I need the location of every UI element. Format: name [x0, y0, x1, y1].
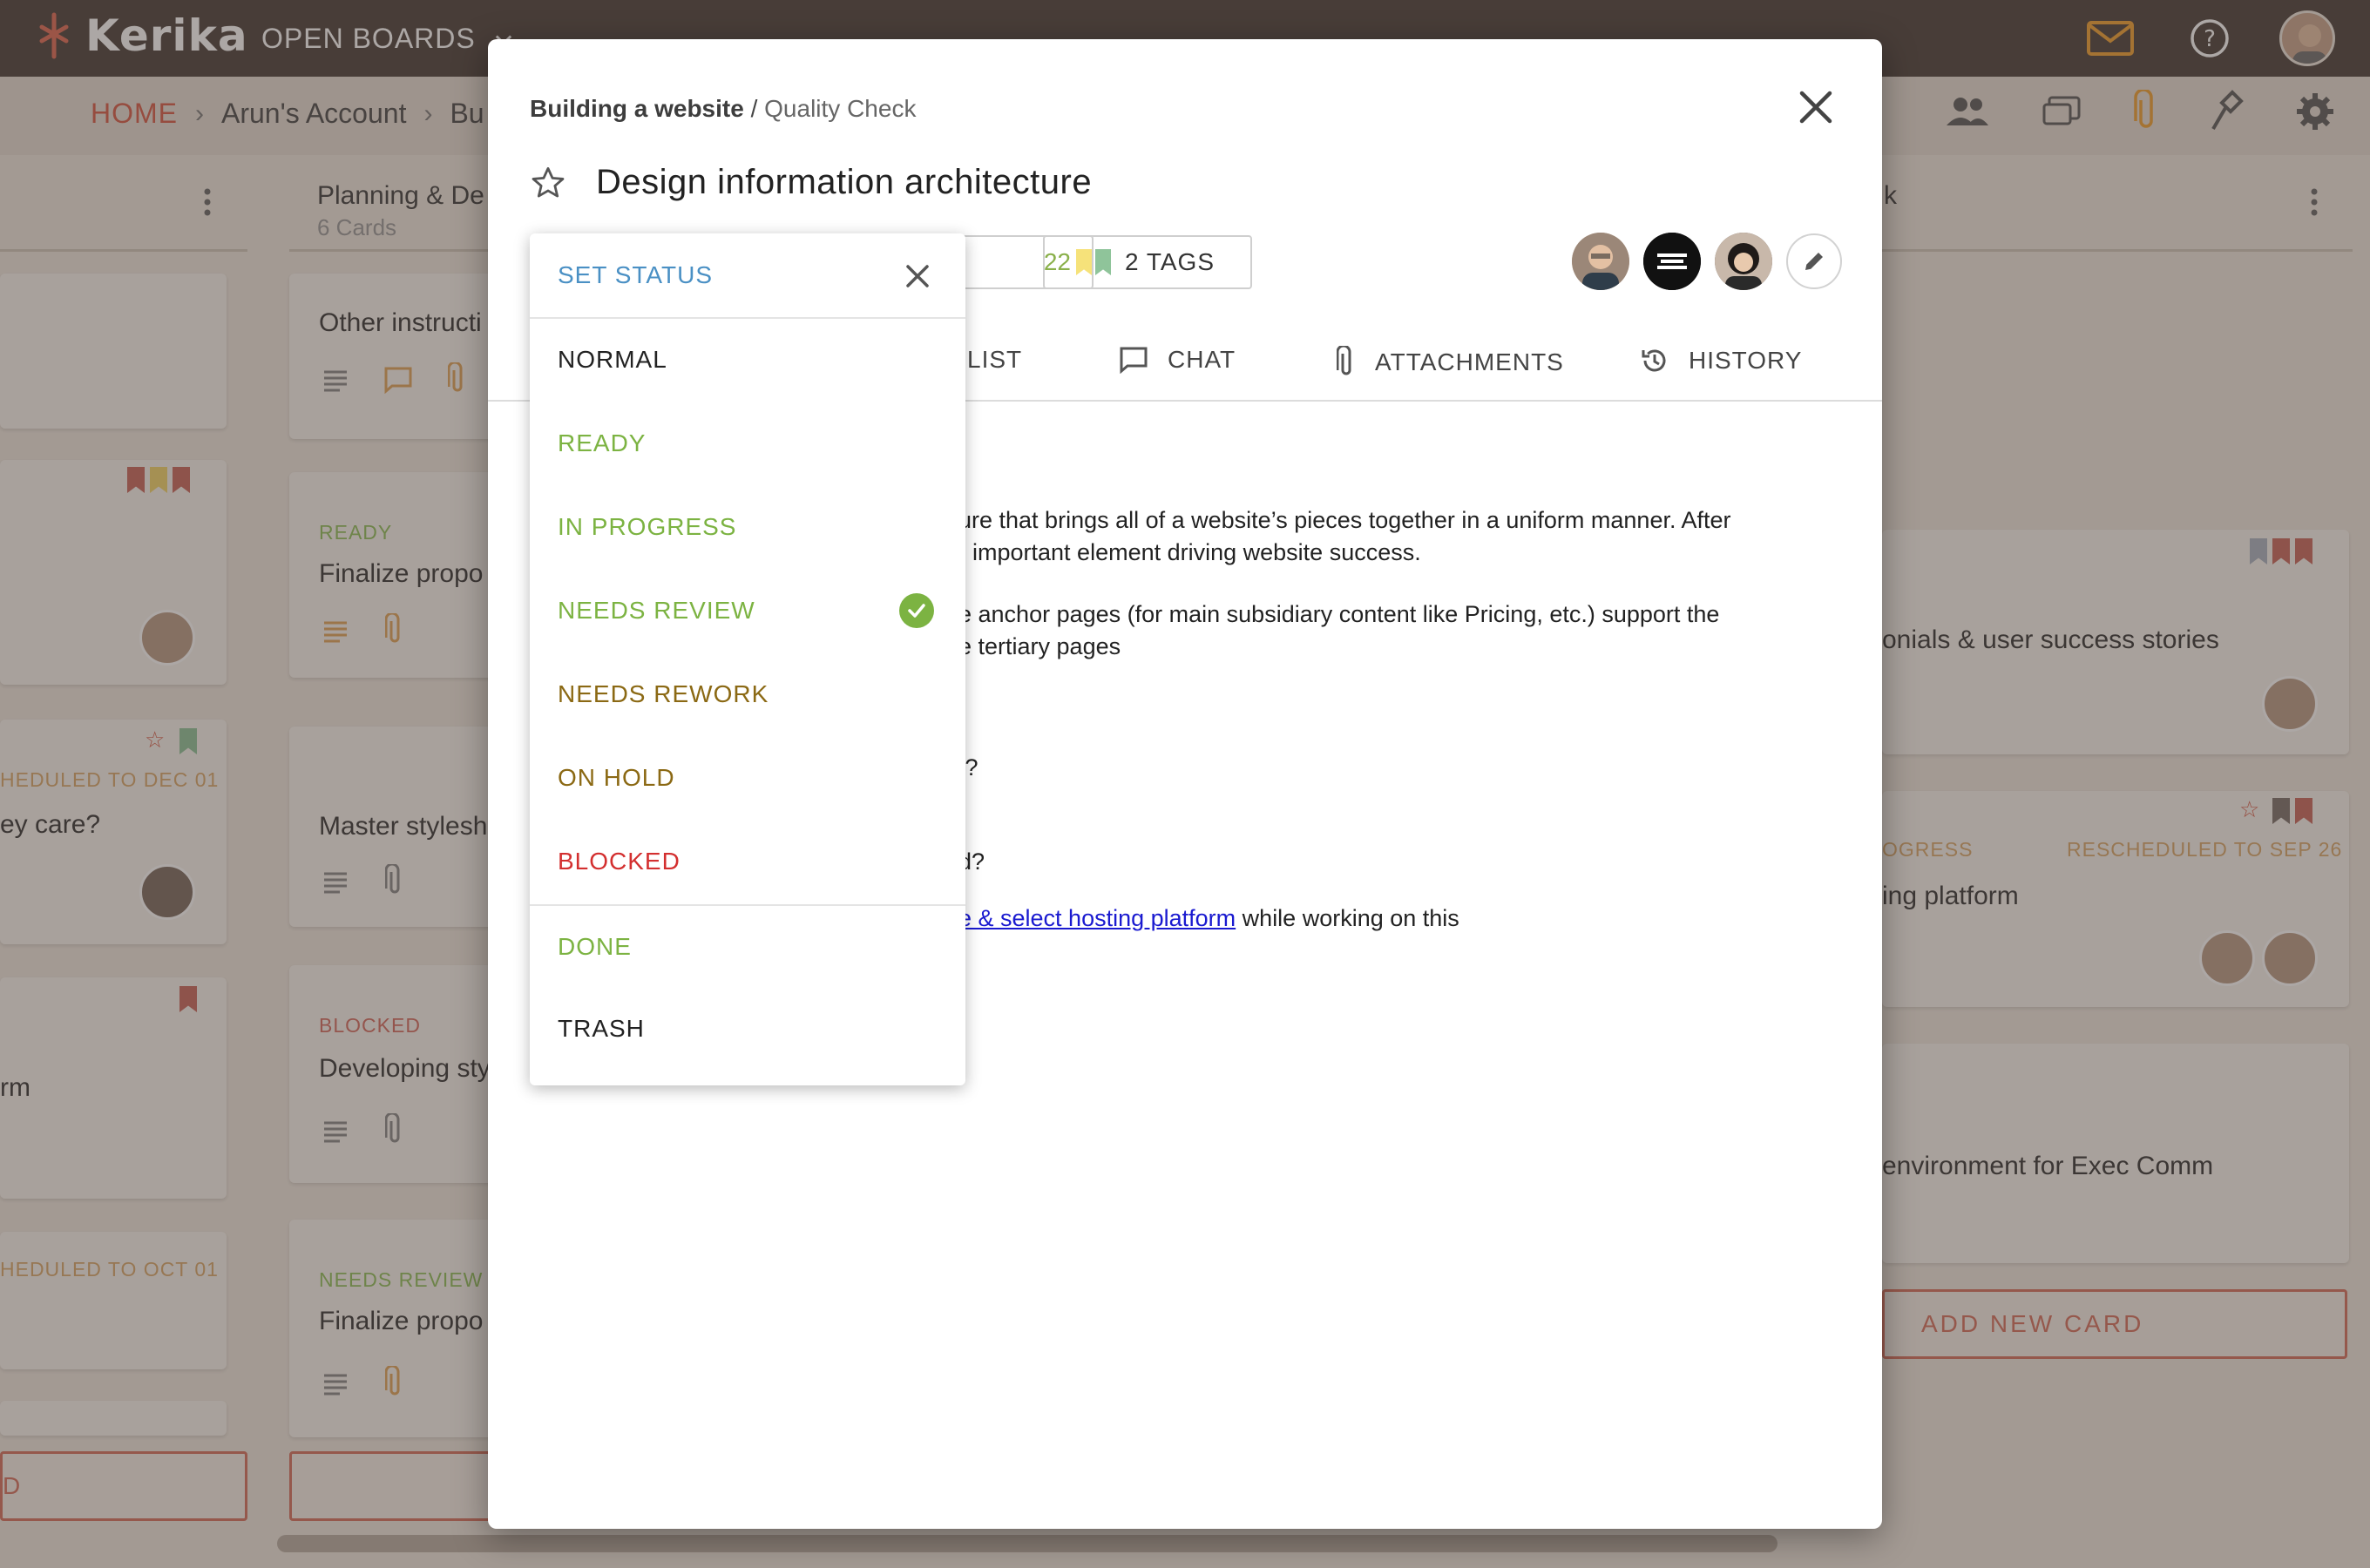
- edit-people-button[interactable]: [1786, 233, 1842, 289]
- tab-label: CHAT: [1168, 346, 1236, 373]
- tab-list[interactable]: LIST: [967, 346, 1022, 374]
- link-suffix: while working on this: [1236, 905, 1459, 931]
- assigned-people: [1572, 233, 1842, 290]
- status-menu-divider: [530, 904, 965, 906]
- tab-label: HISTORY: [1689, 347, 1803, 374]
- description-line: e & select hosting platform while workin…: [958, 902, 1459, 935]
- status-option-label: NEEDS REWORK: [558, 680, 769, 707]
- pencil-icon: [1805, 253, 1823, 270]
- person-avatar[interactable]: [1643, 233, 1701, 290]
- card-title[interactable]: Design information architecture: [596, 163, 1092, 202]
- status-option-done[interactable]: DONE: [530, 908, 965, 986]
- tags-label: 2 TAGS: [1125, 248, 1215, 275]
- close-icon[interactable]: [901, 260, 934, 293]
- status-option-in-progress[interactable]: IN PROGRESS: [530, 488, 965, 566]
- tag-icon: [1076, 249, 1111, 275]
- status-option-needs-rework[interactable]: NEEDS REWORK: [530, 655, 965, 733]
- description-line: ure that brings all of a website’s piece…: [958, 507, 1731, 533]
- status-option-label: READY: [558, 429, 647, 456]
- description-line: e anchor pages (for main subsidiary cont…: [958, 601, 1720, 627]
- status-option-label: BLOCKED: [558, 848, 681, 875]
- status-option-label: NEEDS REVIEW: [558, 597, 755, 624]
- tab-history[interactable]: HISTORY: [1640, 346, 1802, 375]
- status-option-label: NORMAL: [558, 346, 667, 373]
- status-option-ready[interactable]: READY: [530, 404, 965, 483]
- history-icon: [1642, 349, 1666, 372]
- crumb-separator: /: [743, 95, 765, 122]
- crumb-column[interactable]: Quality Check: [764, 95, 916, 122]
- status-option-label: TRASH: [558, 1015, 645, 1042]
- card-details-dialog: Building a website / Quality Check Desig…: [488, 39, 1882, 1529]
- person-avatar[interactable]: [1572, 233, 1629, 290]
- crumb-board[interactable]: Building a website: [530, 95, 744, 122]
- status-option-label: DONE: [558, 933, 632, 960]
- tab-label: ATTACHMENTS: [1375, 348, 1564, 375]
- hosting-platform-link[interactable]: e & select hosting platform: [958, 905, 1236, 931]
- attachment-icon: [1337, 346, 1351, 375]
- tab-label: LIST: [967, 346, 1023, 373]
- status-option-needs-review[interactable]: NEEDS REVIEW: [530, 571, 965, 650]
- status-option-label: IN PROGRESS: [558, 513, 737, 540]
- person-avatar[interactable]: [1715, 233, 1772, 290]
- description-line: e tertiary pages: [958, 633, 1121, 659]
- status-option-trash[interactable]: TRASH: [530, 990, 965, 1068]
- close-icon[interactable]: [1793, 84, 1838, 130]
- card-title-row: Design information architecture: [530, 163, 1092, 202]
- status-option-normal[interactable]: NORMAL: [530, 321, 965, 399]
- tab-attachments[interactable]: ATTACHMENTS: [1337, 346, 1564, 379]
- status-menu-header: SET STATUS: [530, 233, 965, 319]
- set-status-menu: SET STATUS NORMAL READY IN PROGRESS NEED…: [530, 233, 965, 1085]
- tab-chat[interactable]: CHAT: [1119, 346, 1236, 374]
- status-option-blocked[interactable]: BLOCKED: [530, 822, 965, 901]
- card-breadcrumb: Building a website / Quality Check: [530, 95, 916, 123]
- status-option-on-hold[interactable]: ON HOLD: [530, 739, 965, 817]
- checkmark-icon: [899, 593, 934, 628]
- star-icon[interactable]: [530, 165, 566, 201]
- description-line: important element driving website succes…: [972, 539, 1421, 565]
- chat-icon: [1120, 347, 1148, 374]
- status-menu-title: SET STATUS: [558, 261, 714, 288]
- tags-chip[interactable]: 2 TAGS: [1043, 235, 1252, 289]
- status-option-label: ON HOLD: [558, 764, 675, 791]
